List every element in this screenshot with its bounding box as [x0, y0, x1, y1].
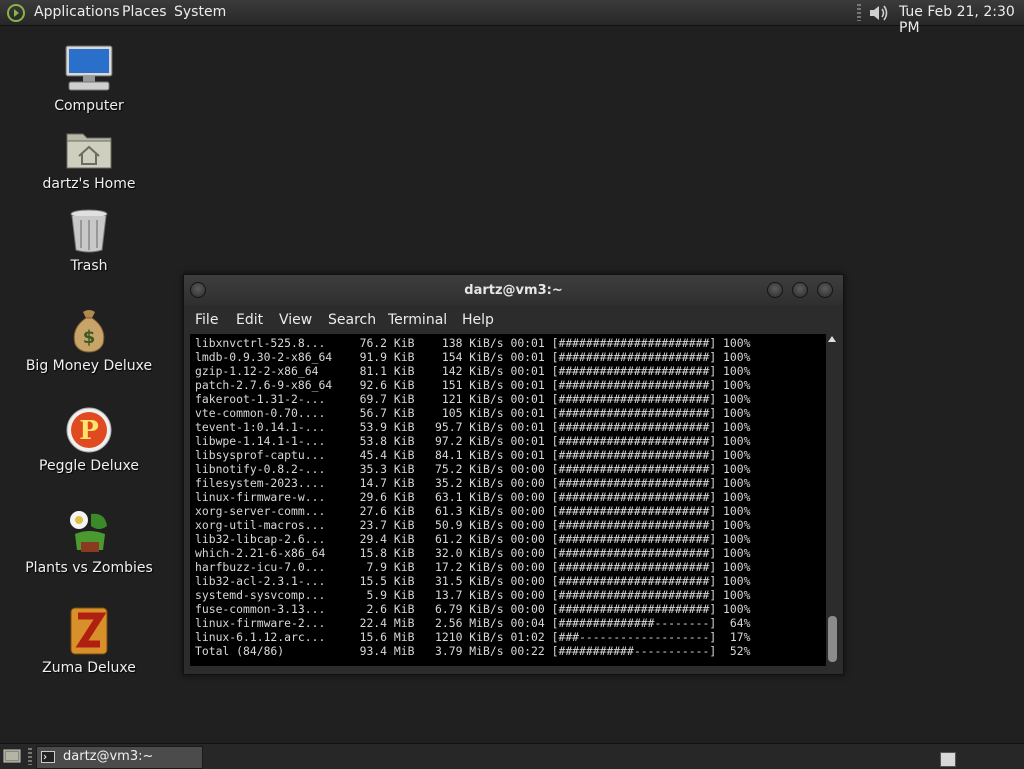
home-folder-icon	[66, 133, 112, 169]
computer-icon	[65, 45, 113, 91]
svg-text:P: P	[79, 416, 99, 446]
zuma-icon	[70, 607, 108, 655]
minimize-button[interactable]	[767, 282, 783, 298]
panel-handle	[28, 748, 32, 765]
close-button[interactable]	[817, 282, 833, 298]
terminal-line: which-2.21-6-x86_64 15.8 KiB 32.0 KiB/s …	[195, 546, 751, 560]
desktop-icon-home[interactable]: dartz's Home	[14, 128, 164, 192]
clock[interactable]: Tue Feb 21, 2:30 PM	[899, 4, 1024, 36]
menu-search[interactable]: Search	[328, 312, 376, 328]
window-title: dartz@vm3:~	[464, 283, 563, 298]
terminal-line: libnotify-0.8.2-... 35.3 KiB 75.2 KiB/s …	[195, 462, 751, 476]
menu-help[interactable]: Help	[462, 312, 494, 328]
terminal-line: lmdb-0.9.30-2-x86_64 91.9 KiB 154 KiB/s …	[195, 350, 751, 364]
terminal-line: Total (84/86) 93.4 MiB 3.79 MiB/s 00:22 …	[195, 644, 751, 658]
terminal-line: xorg-util-macros... 23.7 KiB 50.9 KiB/s …	[195, 518, 751, 532]
desktop-icon-label: Zuma Deluxe	[42, 660, 136, 676]
desktop-icon-label: Computer	[54, 98, 124, 114]
places-menu[interactable]: Places	[122, 4, 167, 20]
menu-terminal[interactable]: Terminal	[388, 312, 447, 328]
scroll-up-arrow-icon[interactable]	[828, 336, 836, 342]
terminal-line: harfbuzz-icu-7.0... 7.9 KiB 17.2 KiB/s 0…	[195, 560, 751, 574]
desktop-icon-computer[interactable]: Computer	[14, 44, 164, 114]
panel-handle	[857, 4, 861, 21]
terminal-window[interactable]: dartz@vm3:~ File Edit View Search Termin…	[183, 274, 844, 675]
menu-edit[interactable]: Edit	[236, 312, 263, 328]
volume-icon[interactable]	[867, 3, 891, 23]
desktop-icon-label: Plants vs Zombies	[25, 560, 153, 576]
menu-view[interactable]: View	[279, 312, 312, 328]
terminal-line: fakeroot-1.31-2-... 69.7 KiB 121 KiB/s 0…	[195, 392, 751, 406]
desktop-icon-label: Big Money Deluxe	[25, 358, 153, 374]
scrollbar-thumb[interactable]	[828, 616, 837, 662]
terminal-line: linux-firmware-2... 22.4 MiB 2.56 MiB/s …	[195, 616, 751, 630]
window-titlebar[interactable]: dartz@vm3:~	[184, 275, 843, 305]
desktop-icon-label: Trash	[70, 258, 108, 274]
terminal-lines: libxnvctrl-525.8... 76.2 KiB 138 KiB/s 0…	[195, 336, 750, 658]
desktop-icon-label: dartz's Home	[42, 176, 136, 192]
workspace-switcher[interactable]	[940, 752, 956, 767]
menu-file[interactable]: File	[195, 312, 218, 328]
terminal-line: xorg-server-comm... 27.6 KiB 61.3 KiB/s …	[195, 504, 751, 518]
svg-text:$: $	[83, 327, 96, 348]
terminal-output[interactable]: libxnvctrl-525.8... 76.2 KiB 138 KiB/s 0…	[190, 334, 826, 666]
terminal-line: patch-2.7.6-9-x86_64 92.6 KiB 151 KiB/s …	[195, 378, 751, 392]
plants-vs-zombies-icon	[70, 511, 107, 552]
gnome-menu-icon[interactable]	[6, 3, 26, 23]
money-bag-icon: $	[73, 310, 105, 353]
desktop-icon-peggle[interactable]: P Peggle Deluxe	[14, 406, 164, 474]
terminal-line: lib32-libcap-2.6... 29.4 KiB 61.2 KiB/s …	[195, 532, 751, 546]
terminal-icon	[41, 751, 55, 763]
terminal-line: libxnvctrl-525.8... 76.2 KiB 138 KiB/s 0…	[195, 336, 751, 350]
bottom-panel: dartz@vm3:~	[0, 743, 1024, 769]
desktop-icon-zuma[interactable]: Zuma Deluxe	[14, 606, 164, 676]
desktop-icon-plants-vs-zombies[interactable]: Plants vs Zombies	[14, 506, 164, 576]
show-desktop-icon[interactable]	[3, 748, 21, 764]
terminal-menubar: File Edit View Search Terminal Help	[184, 305, 843, 333]
terminal-line: tevent-1:0.14.1-... 53.9 KiB 95.7 KiB/s …	[195, 420, 751, 434]
terminal-line: systemd-sysvcomp... 5.9 KiB 13.7 KiB/s 0…	[195, 588, 751, 602]
desktop-icon-trash[interactable]: Trash	[14, 208, 164, 274]
terminal-scrollbar[interactable]	[826, 334, 839, 666]
peggle-icon: P	[66, 407, 112, 453]
terminal-line: filesystem-2023.... 14.7 KiB 35.2 KiB/s …	[195, 476, 751, 490]
desktop-icon-big-money[interactable]: $ Big Money Deluxe	[14, 308, 164, 374]
maximize-button[interactable]	[792, 282, 808, 298]
terminal-line: libwpe-1.14.1-1-... 53.8 KiB 97.2 KiB/s …	[195, 434, 751, 448]
terminal-line: vte-common-0.70.... 56.7 KiB 105 KiB/s 0…	[195, 406, 751, 420]
terminal-line: libsysprof-captu... 45.4 KiB 84.1 KiB/s …	[195, 448, 751, 462]
taskbar-button-label: dartz@vm3:~	[63, 749, 154, 764]
trash-icon	[70, 209, 108, 253]
terminal-line: linux-6.1.12.arc... 15.6 MiB 1210 KiB/s …	[195, 630, 751, 644]
terminal-line: fuse-common-3.13... 2.6 KiB 6.79 KiB/s 0…	[195, 602, 751, 616]
terminal-line: lib32-acl-2.3.1-... 15.5 KiB 31.5 KiB/s …	[195, 574, 751, 588]
taskbar-button-terminal[interactable]: dartz@vm3:~	[36, 746, 203, 769]
desktop-icon-label: Peggle Deluxe	[39, 458, 139, 474]
system-menu[interactable]: System	[174, 4, 226, 20]
terminal-line: gzip-1.12-2-x86_64 81.1 KiB 142 KiB/s 00…	[195, 364, 751, 378]
terminal-line: linux-firmware-w... 29.6 KiB 63.1 KiB/s …	[195, 490, 751, 504]
top-panel: Applications Places System Tue Feb 21, 2…	[0, 0, 1024, 36]
applications-menu[interactable]: Applications	[34, 4, 120, 20]
